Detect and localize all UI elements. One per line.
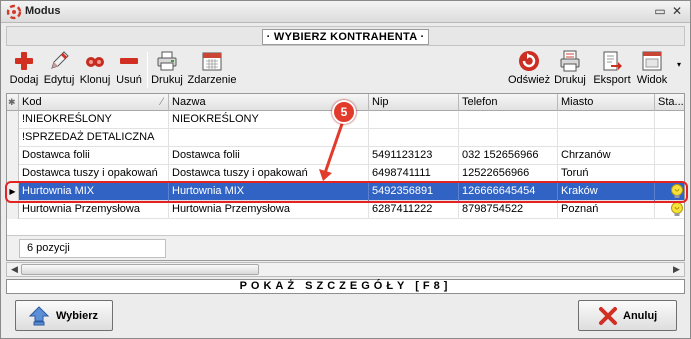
delete-label: Usuń <box>116 74 142 86</box>
cell-nip: 5491123123 <box>369 147 459 165</box>
print-label: Drukuj <box>151 74 183 86</box>
cancel-button[interactable]: Anuluj <box>578 300 677 331</box>
print-list-label: Drukuj <box>554 74 586 86</box>
close-icon[interactable]: ✕ <box>670 5 684 18</box>
edit-button[interactable]: Edytuj <box>42 50 76 86</box>
refresh-button[interactable]: Odśwież <box>508 50 550 86</box>
sort-indicator-icon: ⁄ <box>161 96 163 108</box>
cell-nip <box>369 111 459 129</box>
grid-footer: 6 pozycji <box>7 235 684 260</box>
grid-options-icon[interactable]: ✱ <box>7 94 19 111</box>
row-highlight-frame <box>5 181 688 203</box>
cell-telefon: 8798754522 <box>459 201 558 219</box>
print-list-icon <box>560 50 580 72</box>
cell-miasto: Poznań <box>558 201 655 219</box>
modus-window: Modus ▭ ✕ · WYBIERZ KONTRAHENTA · Dodaj … <box>0 0 691 339</box>
toolbar: Dodaj Edytuj Klonuj Usuń Drukuj Zdarzeni… <box>6 48 685 92</box>
plus-icon <box>15 52 33 70</box>
row-indicator[interactable] <box>7 201 19 219</box>
select-label: Wybierz <box>56 310 98 322</box>
refresh-icon <box>519 51 539 71</box>
app-logo-icon <box>6 4 22 20</box>
edit-label: Edytuj <box>43 74 75 86</box>
cell-miasto <box>558 129 655 147</box>
clone-icon <box>86 57 104 67</box>
cell-kod: Dostawca folii <box>19 147 169 165</box>
print-list-button[interactable]: Drukuj <box>553 50 587 86</box>
event-button[interactable]: Zdarzenie <box>186 50 238 86</box>
column-header-status[interactable]: Sta... <box>655 94 684 111</box>
clone-button[interactable]: Klonuj <box>78 50 112 86</box>
select-button[interactable]: Wybierz <box>15 300 113 331</box>
cell-nip <box>369 129 459 147</box>
calendar-icon <box>202 52 222 71</box>
cell-telefon <box>459 129 558 147</box>
export-button[interactable]: Eksport <box>590 50 634 86</box>
column-header-nip[interactable]: Nip <box>369 94 459 111</box>
dialog-title: · WYBIERZ KONTRAHENTA · <box>261 29 430 45</box>
add-button[interactable]: Dodaj <box>8 50 40 86</box>
column-header-telefon[interactable]: Telefon <box>459 94 558 111</box>
column-header-label: Kod <box>22 96 42 108</box>
cell-miasto: Chrzanów <box>558 147 655 165</box>
scroll-right-icon[interactable]: ▶ <box>671 264 682 275</box>
cell-kod: !NIEOKREŚLONY <box>19 111 169 129</box>
export-icon <box>603 51 622 71</box>
column-header-kod[interactable]: Kod ⁄ <box>19 94 169 111</box>
minimize-icon[interactable]: ▭ <box>653 5 667 18</box>
scrollbar-thumb[interactable] <box>21 264 259 275</box>
horizontal-scrollbar[interactable]: ◀ ▶ <box>6 262 685 277</box>
row-indicator[interactable] <box>7 111 19 129</box>
row-indicator[interactable] <box>7 147 19 165</box>
cell-telefon: 032 152656966 <box>459 147 558 165</box>
cell-nip: 6287411222 <box>369 201 459 219</box>
step-callout: 5 <box>332 100 356 124</box>
pencil-icon <box>51 51 69 69</box>
table-row[interactable]: Hurtownia Przemysłowa Hurtownia Przemysło… <box>7 201 684 219</box>
cell-status <box>655 129 684 147</box>
show-details-button[interactable]: POKAŻ SZCZEGÓŁY [F8] <box>6 279 685 294</box>
printer-icon <box>157 51 177 71</box>
cell-status <box>655 147 684 165</box>
view-label: Widok <box>636 74 668 86</box>
annotation-arrow-icon <box>319 120 345 181</box>
delete-button[interactable]: Usuń <box>114 50 144 86</box>
cell-miasto <box>558 111 655 129</box>
column-header-miasto[interactable]: Miasto <box>558 94 655 111</box>
cancel-label: Anuluj <box>623 310 658 322</box>
window-title: Modus <box>25 5 61 17</box>
cell-kod: !SPRZEDAŻ DETALICZNA <box>19 129 169 147</box>
cell-nazwa: Hurtownia Przemysłowa <box>169 201 369 219</box>
toolbar-overflow-icon[interactable]: ▾ <box>674 60 684 69</box>
cell-kod: Hurtownia Przemysłowa <box>19 201 169 219</box>
cancel-x-icon <box>599 307 617 325</box>
arrow-up-icon <box>29 306 49 326</box>
clone-label: Klonuj <box>79 74 111 86</box>
export-label: Eksport <box>593 74 631 86</box>
window-view-icon <box>642 51 662 71</box>
toolbar-separator <box>147 52 148 88</box>
cell-status <box>655 111 684 129</box>
event-label: Zdarzenie <box>187 74 237 86</box>
cell-telefon <box>459 111 558 129</box>
lightbulb-icon <box>671 202 683 216</box>
refresh-label: Odśwież <box>508 74 551 86</box>
print-button[interactable]: Drukuj <box>150 50 184 86</box>
cell-status <box>655 201 684 219</box>
add-label: Dodaj <box>9 74 39 86</box>
record-count: 6 pozycji <box>19 239 166 258</box>
view-button[interactable]: Widok <box>635 50 669 86</box>
scroll-left-icon[interactable]: ◀ <box>9 264 20 275</box>
row-indicator[interactable] <box>7 129 19 147</box>
title-bar: Modus ▭ ✕ <box>1 1 690 23</box>
minus-icon <box>120 58 138 64</box>
dialog-header: · WYBIERZ KONTRAHENTA · <box>6 26 685 46</box>
